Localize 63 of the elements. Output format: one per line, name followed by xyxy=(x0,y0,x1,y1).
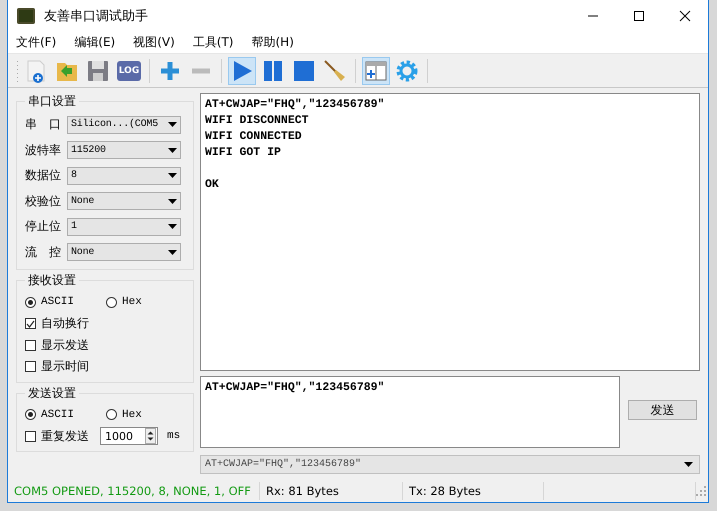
interval-field[interactable]: 1000 xyxy=(100,427,158,446)
log-icon[interactable]: LOG xyxy=(116,60,142,80)
field-label: 串 口 xyxy=(25,116,62,134)
status-text: Rx: 81 Bytes xyxy=(260,482,403,500)
menu-item[interactable]: 视图(V) xyxy=(133,34,183,50)
field-label: 停止位 xyxy=(25,218,62,236)
resize-grip-icon xyxy=(696,486,706,496)
close-icon[interactable] xyxy=(679,10,691,22)
group-title: 发送设置 xyxy=(27,384,77,402)
app-icon xyxy=(17,8,35,24)
checkbox[interactable] xyxy=(25,430,36,442)
broom-icon[interactable] xyxy=(322,58,348,84)
group-title: 串口设置 xyxy=(27,93,77,110)
dropdown[interactable]: None xyxy=(67,243,181,262)
radio-label: Hex xyxy=(122,296,142,308)
field-label: 流 控 xyxy=(25,244,62,261)
status-text: COM5 OPENED, 115200, 8, NONE, 1, OFF xyxy=(8,482,260,500)
radio-label: ASCII xyxy=(41,296,74,308)
received-text: AT+CWJAP="FHQ","123456789" WIFI DISCONNECT WIFI CONNECTED WIFI GOT IP OK xyxy=(205,97,384,193)
checkbox-label: 自动换行 xyxy=(41,315,89,332)
group-title: 接收设置 xyxy=(27,272,77,289)
checkbox[interactable] xyxy=(25,340,36,351)
radio-button[interactable] xyxy=(106,296,117,308)
checkbox-label: 显示时间 xyxy=(41,358,89,376)
radio-label: ASCII xyxy=(41,408,74,420)
field-label: 波特率 xyxy=(25,142,62,159)
checkbox-label: 重复发送 xyxy=(41,428,89,445)
field-label: 校验位 xyxy=(25,192,62,210)
checkbox-label: 显示发送 xyxy=(41,336,89,354)
gear-icon[interactable] xyxy=(394,58,420,84)
caret-icon xyxy=(168,250,177,255)
caret-icon xyxy=(168,198,177,204)
checkbox[interactable] xyxy=(25,318,36,330)
window-title: 友善串口调试助手 xyxy=(44,8,148,24)
send-text-field[interactable]: AT+CWJAP="FHQ","123456789" xyxy=(200,376,620,448)
status-text: Tx: 28 Bytes xyxy=(403,482,544,500)
spin-arrows-icon xyxy=(145,428,156,444)
maximize-icon[interactable] xyxy=(633,10,645,22)
caret-icon xyxy=(684,462,693,467)
send-button[interactable]: 发送 xyxy=(628,400,697,420)
unit-label: ms xyxy=(167,430,180,442)
radio-label: Hex xyxy=(122,408,142,420)
checkbox[interactable] xyxy=(25,361,36,372)
radio-button[interactable] xyxy=(106,409,117,420)
receive-text-area[interactable]: AT+CWJAP="FHQ","123456789" WIFI DISCONNECT WIFI CONNECTED WIFI GOT IP OK xyxy=(200,93,700,371)
field-label: 数据位 xyxy=(25,167,62,184)
menu-item[interactable]: 帮助(H) xyxy=(252,34,302,50)
checkmark-icon xyxy=(26,320,35,328)
caret-icon xyxy=(168,148,177,153)
menu-item[interactable]: 工具(T) xyxy=(192,34,242,50)
menu-item[interactable]: 编辑(E) xyxy=(74,34,124,50)
dropdown[interactable]: 1 xyxy=(67,218,181,236)
history-dropdown[interactable]: AT+CWJAP="FHQ","123456789" xyxy=(200,455,700,474)
caret-icon xyxy=(168,173,177,178)
dropdown[interactable]: None xyxy=(67,192,181,210)
menu-item[interactable]: 文件(F) xyxy=(16,34,64,50)
dropdown[interactable]: Silicon...(COM5 xyxy=(67,116,181,134)
caret-icon xyxy=(168,122,177,128)
radio-button[interactable] xyxy=(25,409,36,420)
dropdown[interactable]: 115200 xyxy=(67,141,181,160)
caret-icon xyxy=(168,224,177,230)
radio-button[interactable] xyxy=(25,296,36,308)
dropdown[interactable]: 8 xyxy=(67,166,181,185)
